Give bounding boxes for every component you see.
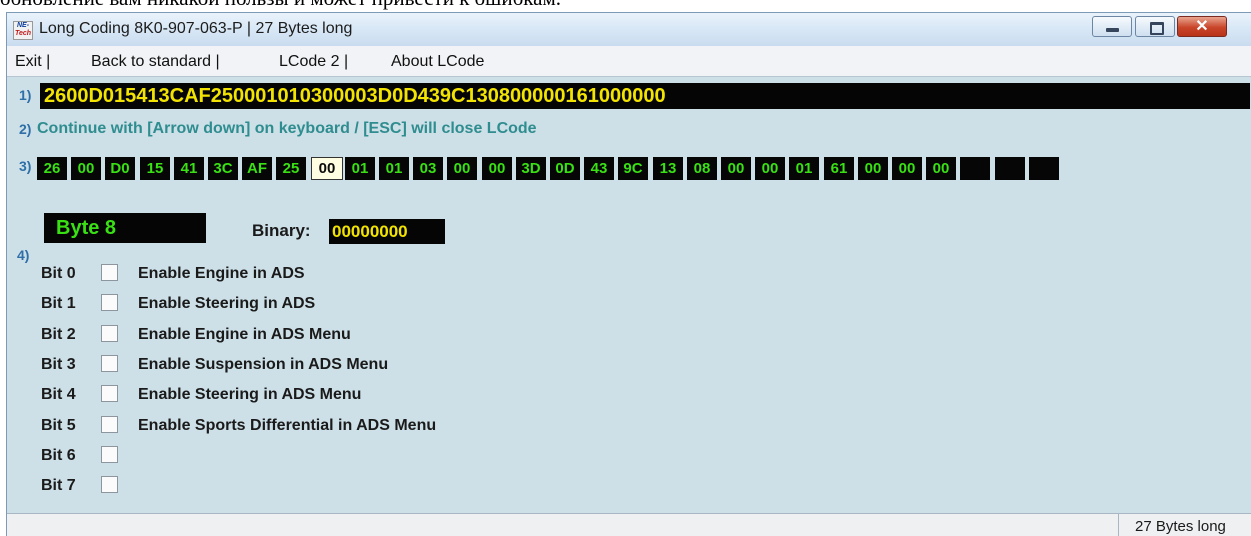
coding-string-field[interactable]: 2600D015413CAF250001010300003D0D439C1308… bbox=[40, 83, 1250, 109]
title-bar[interactable]: NE- Tech Long Coding 8K0-907-063-P | 27 … bbox=[7, 13, 1251, 46]
selected-byte-label: Byte 8 bbox=[44, 213, 206, 243]
byte-cell[interactable]: 00 bbox=[71, 157, 101, 180]
app-logo-icon: NE- Tech bbox=[13, 21, 33, 40]
byte-cell[interactable]: 3D bbox=[516, 157, 546, 180]
step-label-2: 2) bbox=[19, 121, 32, 137]
byte-cell[interactable]: 00 bbox=[926, 157, 956, 180]
bit-description: Enable Suspension in ADS Menu bbox=[138, 356, 389, 373]
byte-cell[interactable]: 25 bbox=[276, 157, 306, 180]
menu-bar: Exit | Back to standard | LCode 2 | Abou… bbox=[7, 46, 1251, 77]
byte-cell[interactable]: 3C bbox=[208, 157, 238, 180]
byte-cell-empty[interactable] bbox=[960, 157, 990, 180]
maximize-icon bbox=[1150, 22, 1164, 35]
bit-label: Bit 4 bbox=[41, 386, 76, 403]
byte-cell[interactable]: 26 bbox=[37, 157, 67, 180]
step-label-4: 4) bbox=[17, 247, 30, 263]
menu-lcode-2[interactable]: LCode 2 | bbox=[279, 53, 348, 71]
binary-value: 00000000 bbox=[329, 219, 445, 244]
byte-cell[interactable]: 08 bbox=[687, 157, 717, 180]
app-logo-line: Tech bbox=[14, 30, 32, 37]
byte-cell[interactable]: 01 bbox=[379, 157, 409, 180]
keyboard-hint: Continue with [Arrow down] on keyboard /… bbox=[37, 120, 537, 137]
byte-cell[interactable]: 00 bbox=[482, 157, 512, 180]
byte-cell[interactable]: 03 bbox=[413, 157, 443, 180]
byte-cell-empty[interactable] bbox=[1029, 157, 1059, 180]
menu-exit[interactable]: Exit | bbox=[15, 53, 50, 71]
byte-cell[interactable]: 00 bbox=[721, 157, 751, 180]
bit-checkbox[interactable] bbox=[101, 446, 118, 463]
byte-cell[interactable]: 15 bbox=[140, 157, 170, 180]
bit-description: Enable Sports Differential in ADS Menu bbox=[138, 417, 437, 434]
bit-description: Enable Engine in ADS Menu bbox=[138, 326, 351, 343]
bit-label: Bit 6 bbox=[41, 447, 76, 464]
byte-cell[interactable]: 00 bbox=[755, 157, 785, 180]
byte-cell[interactable]: 01 bbox=[789, 157, 819, 180]
close-button[interactable]: ✕ bbox=[1177, 16, 1227, 37]
byte-cell-empty[interactable] bbox=[995, 157, 1025, 180]
bit-checkbox[interactable] bbox=[101, 294, 118, 311]
bit-checkbox[interactable] bbox=[101, 476, 118, 493]
byte-cell[interactable]: 9C bbox=[618, 157, 648, 180]
bit-description: Enable Steering in ADS bbox=[138, 295, 316, 312]
bit-label: Bit 7 bbox=[41, 477, 76, 494]
app-logo-line: NE- bbox=[16, 22, 30, 29]
bit-label: Bit 2 bbox=[41, 326, 76, 343]
step-label-1: 1) bbox=[19, 87, 32, 103]
bit-checkbox[interactable] bbox=[101, 416, 118, 433]
bit-checkbox[interactable] bbox=[101, 264, 118, 281]
step-label-3: 3) bbox=[19, 158, 32, 174]
byte-cells-row: 26 00 D0 15 41 3C AF 25 00 01 01 03 00 00 3D 0D 43 9C 13 08… bbox=[37, 157, 1251, 182]
byte-cell[interactable]: 0D bbox=[550, 157, 580, 180]
bit-description: Enable Engine in ADS bbox=[138, 265, 305, 282]
background-document-text: обновление вам никакой пользы и может пр… bbox=[0, 0, 1251, 10]
status-divider bbox=[1118, 514, 1119, 536]
bit-checkbox[interactable] bbox=[101, 385, 118, 402]
byte-cell[interactable]: 43 bbox=[584, 157, 614, 180]
bit-label: Bit 3 bbox=[41, 356, 76, 373]
bit-label: Bit 1 bbox=[41, 295, 76, 312]
lcode-window: NE- Tech Long Coding 8K0-907-063-P | 27 … bbox=[6, 12, 1251, 536]
window-title: Long Coding 8K0-907-063-P | 27 Bytes lon… bbox=[39, 20, 353, 37]
byte-cell[interactable]: 00 bbox=[892, 157, 922, 180]
bit-description: Enable Steering in ADS Menu bbox=[138, 386, 362, 403]
byte-cell[interactable]: AF bbox=[242, 157, 272, 180]
menu-about-lcode[interactable]: About LCode bbox=[391, 53, 484, 71]
bit-label: Bit 0 bbox=[41, 265, 76, 282]
status-bar: 27 Bytes long bbox=[7, 513, 1251, 536]
close-icon: ✕ bbox=[1195, 18, 1209, 35]
byte-cell[interactable]: 00 bbox=[311, 157, 343, 180]
binary-label: Binary: bbox=[252, 221, 311, 240]
maximize-button[interactable] bbox=[1135, 16, 1175, 37]
byte-cell[interactable]: 01 bbox=[345, 157, 375, 180]
byte-cell[interactable]: D0 bbox=[105, 157, 135, 180]
bit-checkbox[interactable] bbox=[101, 355, 118, 372]
menu-back-to-standard[interactable]: Back to standard | bbox=[91, 53, 220, 71]
status-byte-count: 27 Bytes long bbox=[1135, 518, 1226, 535]
byte-cell[interactable]: 00 bbox=[447, 157, 477, 180]
byte-cell[interactable]: 61 bbox=[824, 157, 854, 180]
minimize-button[interactable] bbox=[1092, 16, 1132, 37]
bit-label: Bit 5 bbox=[41, 417, 76, 434]
bit-checkbox[interactable] bbox=[101, 325, 118, 342]
byte-cell[interactable]: 00 bbox=[858, 157, 888, 180]
byte-cell[interactable]: 13 bbox=[653, 157, 683, 180]
byte-cell[interactable]: 41 bbox=[174, 157, 204, 180]
minimize-icon bbox=[1106, 28, 1119, 32]
